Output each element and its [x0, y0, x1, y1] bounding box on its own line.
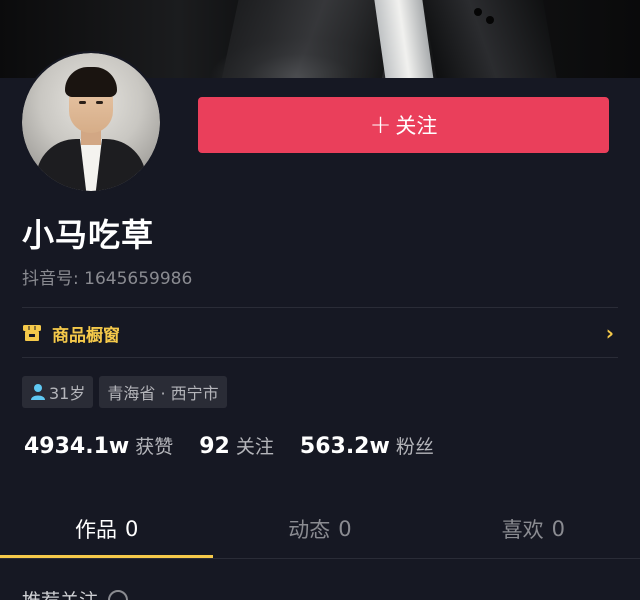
profile-page: + 关注 小马吃草 抖音号: 1645659986 商品橱窗 › 31岁 青海省… — [0, 0, 640, 600]
stat-likes-label: 获赞 — [135, 436, 174, 458]
tab-likes-label: 喜欢 — [501, 518, 544, 542]
chevron-right-icon: › — [605, 321, 614, 345]
plus-icon: + — [369, 110, 392, 140]
tabs-divider — [0, 558, 640, 559]
person-icon — [30, 383, 46, 401]
avatar-photo — [22, 53, 160, 191]
divider — [22, 357, 618, 358]
tab-likes-count: 0 — [551, 517, 565, 541]
shop-window-label: 商品橱窗 — [52, 325, 120, 346]
shop-window-row[interactable]: 商品橱窗 › — [22, 308, 618, 358]
tab-activity-label: 动态 — [288, 518, 331, 542]
stat-likes[interactable]: 4934.1w 获赞 — [24, 432, 173, 459]
storefront-icon — [22, 323, 42, 343]
follow-button[interactable]: + 关注 — [198, 97, 609, 153]
location-tag: 青海省 · 西宁市 — [99, 376, 227, 408]
age-tag-label: 31岁 — [49, 384, 86, 403]
profile-stats: 4934.1w 获赞 92 关注 563.2w 粉丝 — [24, 432, 460, 459]
douyin-id: 抖音号: 1645659986 — [22, 269, 193, 289]
tab-activity[interactable]: 动态 0 — [213, 500, 426, 558]
stat-likes-value: 4934.1w — [24, 434, 130, 459]
age-tag: 31岁 — [22, 376, 94, 408]
profile-tags: 31岁 青海省 · 西宁市 — [22, 376, 227, 408]
cover-suit-left — [219, 0, 401, 78]
stat-following[interactable]: 92 关注 — [199, 432, 274, 459]
recommended-follows-label: 推荐关注 — [22, 586, 98, 600]
avatar[interactable] — [22, 53, 160, 191]
tab-likes[interactable]: 喜欢 0 — [427, 500, 640, 558]
tab-activity-count: 0 — [338, 517, 352, 541]
stat-following-label: 关注 — [235, 436, 274, 458]
recommended-follows-header: 推荐关注 — [22, 586, 129, 600]
tab-works-count: 0 — [124, 517, 139, 541]
tab-works[interactable]: 作品 0 — [0, 500, 213, 558]
cover-suit-right — [421, 0, 559, 78]
profile-tabs: 作品 0 动态 0 喜欢 0 — [0, 500, 640, 558]
info-icon[interactable] — [108, 589, 129, 600]
stat-followers-label: 粉丝 — [395, 436, 434, 458]
stat-followers[interactable]: 563.2w 粉丝 — [300, 432, 434, 459]
cover-button-dot — [474, 8, 482, 16]
avatar-eye — [79, 101, 86, 104]
location-tag-label: 青海省 · 西宁市 — [107, 384, 219, 403]
stat-followers-value: 563.2w — [299, 434, 390, 459]
follow-button-label: 关注 — [395, 114, 438, 138]
active-tab-indicator — [0, 555, 213, 558]
stat-following-value: 92 — [199, 434, 230, 459]
avatar-hair — [65, 67, 117, 97]
nickname: 小马吃草 — [22, 216, 155, 254]
cover-button-dot — [486, 16, 494, 24]
tab-works-label: 作品 — [74, 518, 117, 542]
avatar-eye — [96, 101, 103, 104]
